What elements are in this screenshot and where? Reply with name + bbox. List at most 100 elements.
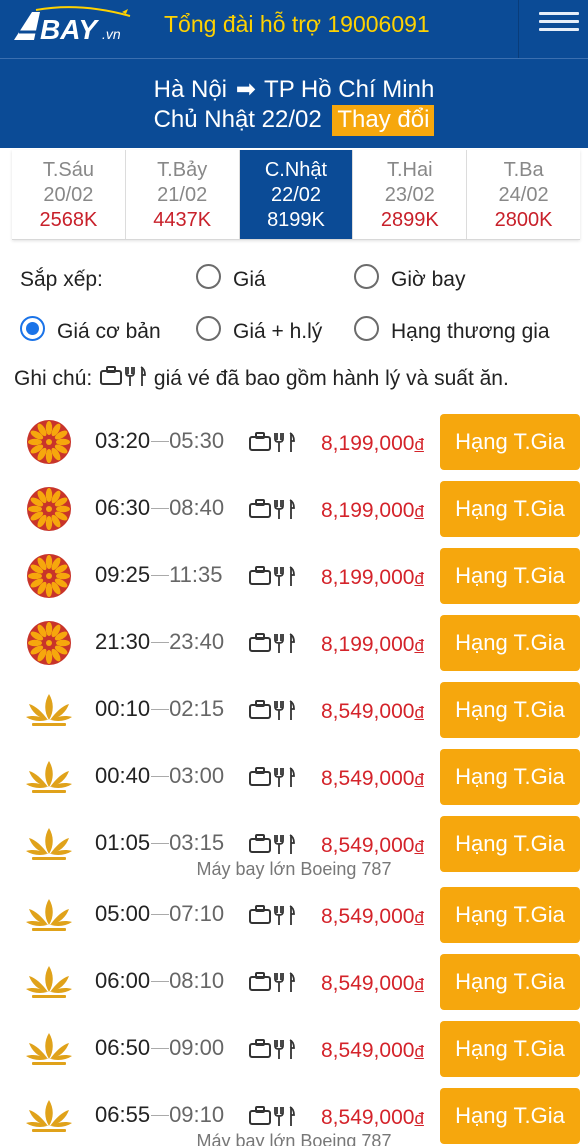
arrive-time: 03:15: [169, 830, 225, 855]
note-text: giá vé đã bao gồm hành lý và suất ăn.: [153, 367, 509, 390]
flight-times: 06:55 09:10: [95, 1102, 224, 1128]
filter-business-label[interactable]: Hạng thương gia: [391, 320, 550, 344]
business-class-button[interactable]: Hạng T.Gia: [440, 954, 580, 1010]
baggage-meal-included-icon: [249, 566, 295, 586]
time-separator: [151, 914, 170, 915]
business-class-button[interactable]: Hạng T.Gia: [440, 749, 580, 805]
hamburger-menu-icon[interactable]: [518, 0, 588, 58]
arrow-right-icon: ➡: [235, 76, 256, 103]
date-tab-price: 2899K: [380, 209, 439, 231]
flight-row[interactable]: 06:30 08:40 8,199,000đ Hạng T.Gia: [0, 481, 588, 537]
depart-time: 00:40: [95, 763, 151, 788]
filter-price-baggage-radio[interactable]: [196, 316, 221, 341]
price-value: 8,549,000: [321, 1106, 415, 1129]
aircraft-note: Máy bay lớn Boeing 787: [196, 859, 392, 879]
flight-row[interactable]: 06:50 09:00 8,549,000đ Hạng T.Gia: [0, 1021, 588, 1077]
business-class-button[interactable]: Hạng T.Gia: [440, 615, 580, 671]
bamboo-airways-logo-icon: [27, 487, 71, 531]
price-value: 8,549,000: [321, 767, 415, 790]
flight-row[interactable]: 00:10 02:15 8,549,000đ Hạng T.Gia: [0, 682, 588, 738]
sort-time-label[interactable]: Giờ bay: [391, 268, 465, 292]
arrive-time: 08:10: [169, 968, 225, 993]
currency-symbol: đ: [414, 502, 424, 521]
arrive-time: 03:00: [169, 763, 225, 788]
depart-time: 06:00: [95, 968, 151, 993]
currency-symbol: đ: [414, 770, 424, 789]
flight-times: 00:10 02:15: [95, 696, 224, 722]
flight-times: 01:05 03:15: [95, 830, 224, 856]
flight-price: 8,549,000đ: [321, 767, 424, 791]
vietnam-airlines-lotus-logo-icon: [26, 1033, 72, 1065]
bamboo-airways-logo-icon: [27, 420, 71, 464]
date-tab-day: T.Ba: [503, 159, 544, 181]
depart-time: 06:55: [95, 1102, 151, 1127]
flight-times: 06:50 09:00: [95, 1035, 224, 1061]
depart-time: 21:30: [95, 629, 151, 654]
flight-row[interactable]: 21:30 23:40 8,199,000đ Hạng T.Gia: [0, 615, 588, 671]
route-date-line: Chủ Nhật 22/02 Thay đổi: [0, 105, 588, 136]
svg-text:.vn: .vn: [102, 26, 121, 42]
price-value: 8,549,000: [321, 905, 415, 928]
flight-times: 05:00 07:10: [95, 901, 224, 927]
currency-symbol: đ: [414, 837, 424, 856]
date-tab[interactable]: T.Sáu 20/02 2568K: [12, 150, 126, 239]
date-tab-price: 4437K: [153, 209, 212, 231]
date-tab[interactable]: C.Nhật 22/02 8199K: [239, 150, 354, 239]
flight-row[interactable]: 05:00 07:10 8,549,000đ Hạng T.Gia: [0, 887, 588, 943]
baggage-meal-icon: [100, 366, 146, 386]
time-separator: [151, 575, 170, 576]
baggage-meal-included-icon: [249, 700, 295, 720]
sort-time-radio[interactable]: [354, 264, 379, 289]
date-tab[interactable]: T.Hai 23/02 2899K: [353, 150, 468, 239]
date-tab-day: T.Bảy: [157, 159, 208, 181]
business-class-button[interactable]: Hạng T.Gia: [440, 887, 580, 943]
price-value: 8,549,000: [321, 972, 415, 995]
abay-logo[interactable]: BAY .vn: [10, 6, 142, 46]
date-tab[interactable]: T.Bảy 21/02 4437K: [125, 150, 240, 239]
flight-times: 06:00 08:10: [95, 968, 224, 994]
sort-price-radio[interactable]: [196, 264, 221, 289]
filter-base-price-radio[interactable]: [20, 316, 45, 341]
filter-price-baggage-label[interactable]: Giá + h.lý: [233, 320, 322, 344]
change-date-button[interactable]: Thay đổi: [332, 105, 435, 136]
arrive-time: 02:15: [169, 696, 225, 721]
business-class-button[interactable]: Hạng T.Gia: [440, 682, 580, 738]
date-tab-day: C.Nhật: [264, 159, 328, 181]
date-tab-price: 2568K: [39, 209, 98, 231]
arrive-time: 05:30: [169, 428, 225, 453]
price-value: 8,549,000: [321, 834, 415, 857]
flight-row[interactable]: 00:40 03:00 8,549,000đ Hạng T.Gia: [0, 749, 588, 805]
sort-price-label[interactable]: Giá: [233, 268, 266, 292]
vietnam-airlines-lotus-logo-icon: [26, 761, 72, 793]
filter-business-radio[interactable]: [354, 316, 379, 341]
business-class-button[interactable]: Hạng T.Gia: [440, 481, 580, 537]
price-value: 8,199,000: [321, 432, 415, 455]
date-tab[interactable]: T.Ba 24/02 2800K: [467, 150, 580, 239]
business-class-button[interactable]: Hạng T.Gia: [440, 414, 580, 470]
time-separator: [151, 508, 170, 509]
date-tab-day: T.Sáu: [42, 159, 94, 181]
filter-base-price-label[interactable]: Giá cơ bản: [57, 320, 161, 344]
business-class-button[interactable]: Hạng T.Gia: [440, 1021, 580, 1077]
currency-symbol: đ: [414, 1042, 424, 1061]
flight-price: 8,549,000đ: [321, 700, 424, 724]
route-summary: Hà Nội ➡ TP Hồ Chí Minh Chủ Nhật 22/02 T…: [0, 58, 588, 148]
hotline-text[interactable]: Tổng đài hỗ trợ 19006091: [164, 11, 430, 38]
flight-row[interactable]: 09:25 11:35 8,199,000đ Hạng T.Gia: [0, 548, 588, 604]
flight-row[interactable]: 03:20 05:30 8,199,000đ Hạng T.Gia: [0, 414, 588, 470]
depart-time: 05:00: [95, 901, 151, 926]
sort-label: Sắp xếp:: [20, 268, 103, 291]
currency-symbol: đ: [414, 636, 424, 655]
arrive-time: 09:00: [169, 1035, 225, 1060]
price-value: 8,549,000: [321, 700, 415, 723]
depart-time: 00:10: [95, 696, 151, 721]
flight-price: 8,549,000đ: [321, 1039, 424, 1063]
date-tab-date: 24/02: [498, 184, 549, 206]
flight-row[interactable]: 06:00 08:10 8,549,000đ Hạng T.Gia: [0, 954, 588, 1010]
business-class-button[interactable]: Hạng T.Gia: [440, 548, 580, 604]
vietnam-airlines-lotus-logo-icon: [26, 694, 72, 726]
flight-price: 8,199,000đ: [321, 566, 424, 590]
date-tab-date: 21/02: [157, 184, 208, 206]
flight-price: 8,199,000đ: [321, 499, 424, 523]
currency-symbol: đ: [414, 975, 424, 994]
